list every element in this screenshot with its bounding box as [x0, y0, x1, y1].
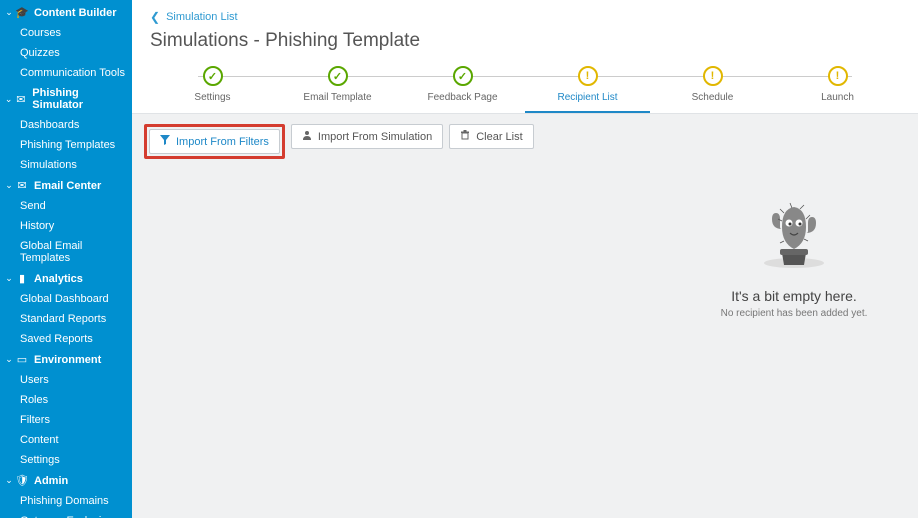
step-label: Recipient List: [525, 92, 650, 103]
section-icon: 🛡: [14, 474, 30, 487]
cactus-illustration: [694, 193, 894, 276]
nav-section[interactable]: ⌄▮ Analytics: [0, 268, 132, 289]
chevron-down-icon: ⌄: [4, 475, 14, 486]
nav-item[interactable]: Users: [0, 370, 132, 390]
nav-item[interactable]: Phishing Templates: [0, 135, 132, 155]
step-label: Feedback Page: [400, 92, 525, 103]
wizard-step[interactable]: ! Schedule: [650, 66, 775, 111]
wizard-step[interactable]: ! Recipient List: [525, 66, 650, 113]
breadcrumb-back[interactable]: ❮ Simulation List: [150, 10, 238, 24]
clear-list-label: Clear List: [476, 131, 522, 143]
wizard-step[interactable]: ✓ Email Template: [275, 66, 400, 111]
step-circle: !: [703, 66, 723, 86]
import-from-filters-button[interactable]: Import From Filters: [149, 129, 280, 154]
section-label: Admin: [34, 475, 68, 487]
step-label: Settings: [150, 92, 275, 103]
toolbar: Import From Filters Import From Simulati…: [132, 114, 918, 169]
section-label: Email Center: [34, 180, 101, 192]
nav-item[interactable]: Roles: [0, 390, 132, 410]
section-icon: ✉: [13, 93, 28, 106]
step-circle: ✓: [453, 66, 473, 86]
top-header: ❮ Simulation List Simulations - Phishing…: [132, 0, 918, 114]
nav-section[interactable]: ⌄🎓 Content Builder: [0, 2, 132, 23]
chevron-down-icon: ⌄: [4, 273, 14, 284]
step-label: Email Template: [275, 92, 400, 103]
section-icon: ▮: [14, 272, 30, 285]
user-icon: [302, 130, 312, 143]
nav-item[interactable]: Phishing Domains: [0, 491, 132, 511]
nav-item[interactable]: Global Dashboard: [0, 289, 132, 309]
wizard-step[interactable]: ! Launch: [775, 66, 900, 111]
step-circle: ✓: [203, 66, 223, 86]
highlight-box: Import From Filters: [144, 124, 285, 159]
section-label: Analytics: [34, 273, 83, 285]
step-circle: !: [828, 66, 848, 86]
nav-section[interactable]: ⌄▭ Environment: [0, 349, 132, 370]
step-circle: !: [578, 66, 598, 86]
empty-subtext: No recipient has been added yet.: [694, 308, 894, 319]
content-area: It's a bit empty here. No recipient has …: [132, 169, 918, 518]
section-icon: ✉: [14, 179, 30, 192]
trash-icon: [460, 130, 470, 143]
section-label: Content Builder: [34, 7, 117, 19]
breadcrumb-label: Simulation List: [166, 11, 238, 23]
section-icon: ▭: [14, 353, 30, 366]
nav-item[interactable]: Dashboards: [0, 115, 132, 135]
wizard-step[interactable]: ✓ Feedback Page: [400, 66, 525, 111]
nav-item[interactable]: Filters: [0, 410, 132, 430]
empty-heading: It's a bit empty here.: [694, 288, 894, 304]
nav-item[interactable]: Send: [0, 196, 132, 216]
nav-item[interactable]: Simulations: [0, 155, 132, 175]
nav-section[interactable]: ⌄✉ Email Center: [0, 175, 132, 196]
step-circle: ✓: [328, 66, 348, 86]
wizard: ✓ Settings ✓ Email Template ✓ Feedback Page! R…: [150, 66, 900, 113]
empty-state: It's a bit empty here. No recipient has …: [694, 193, 894, 319]
wizard-step[interactable]: ✓ Settings: [150, 66, 275, 111]
nav-item[interactable]: Standard Reports: [0, 309, 132, 329]
chevron-left-icon: ❮: [150, 10, 160, 24]
nav-item[interactable]: Gateway Exclusion List: [0, 511, 132, 518]
import-from-simulation-button[interactable]: Import From Simulation: [291, 124, 443, 149]
import-from-simulation-label: Import From Simulation: [318, 131, 432, 143]
section-label: Phishing Simulator: [32, 87, 126, 111]
nav-section[interactable]: ⌄✉ Phishing Simulator: [0, 83, 132, 115]
chevron-down-icon: ⌄: [4, 180, 14, 191]
import-from-filters-label: Import From Filters: [176, 136, 269, 148]
step-label: Schedule: [650, 92, 775, 103]
nav-item[interactable]: Saved Reports: [0, 329, 132, 349]
chevron-down-icon: ⌄: [4, 94, 13, 105]
page-title: Simulations - Phishing Template: [150, 30, 900, 52]
sidebar: ⌄🎓Content BuilderCoursesQuizzesCommunica…: [0, 0, 132, 518]
main: ❮ Simulation List Simulations - Phishing…: [132, 0, 918, 518]
nav-item[interactable]: Global Email Templates: [0, 236, 132, 268]
nav-item[interactable]: History: [0, 216, 132, 236]
section-icon: 🎓: [14, 6, 30, 19]
nav-item[interactable]: Content: [0, 430, 132, 450]
filter-icon: [160, 135, 170, 148]
chevron-down-icon: ⌄: [4, 354, 14, 365]
nav-item[interactable]: Communication Tools: [0, 63, 132, 83]
clear-list-button[interactable]: Clear List: [449, 124, 533, 149]
step-label: Launch: [775, 92, 900, 103]
section-label: Environment: [34, 354, 101, 366]
nav-item[interactable]: Quizzes: [0, 43, 132, 63]
nav-item[interactable]: Settings: [0, 450, 132, 470]
nav-section[interactable]: ⌄🛡 Admin: [0, 470, 132, 491]
chevron-down-icon: ⌄: [4, 7, 14, 18]
nav-item[interactable]: Courses: [0, 23, 132, 43]
